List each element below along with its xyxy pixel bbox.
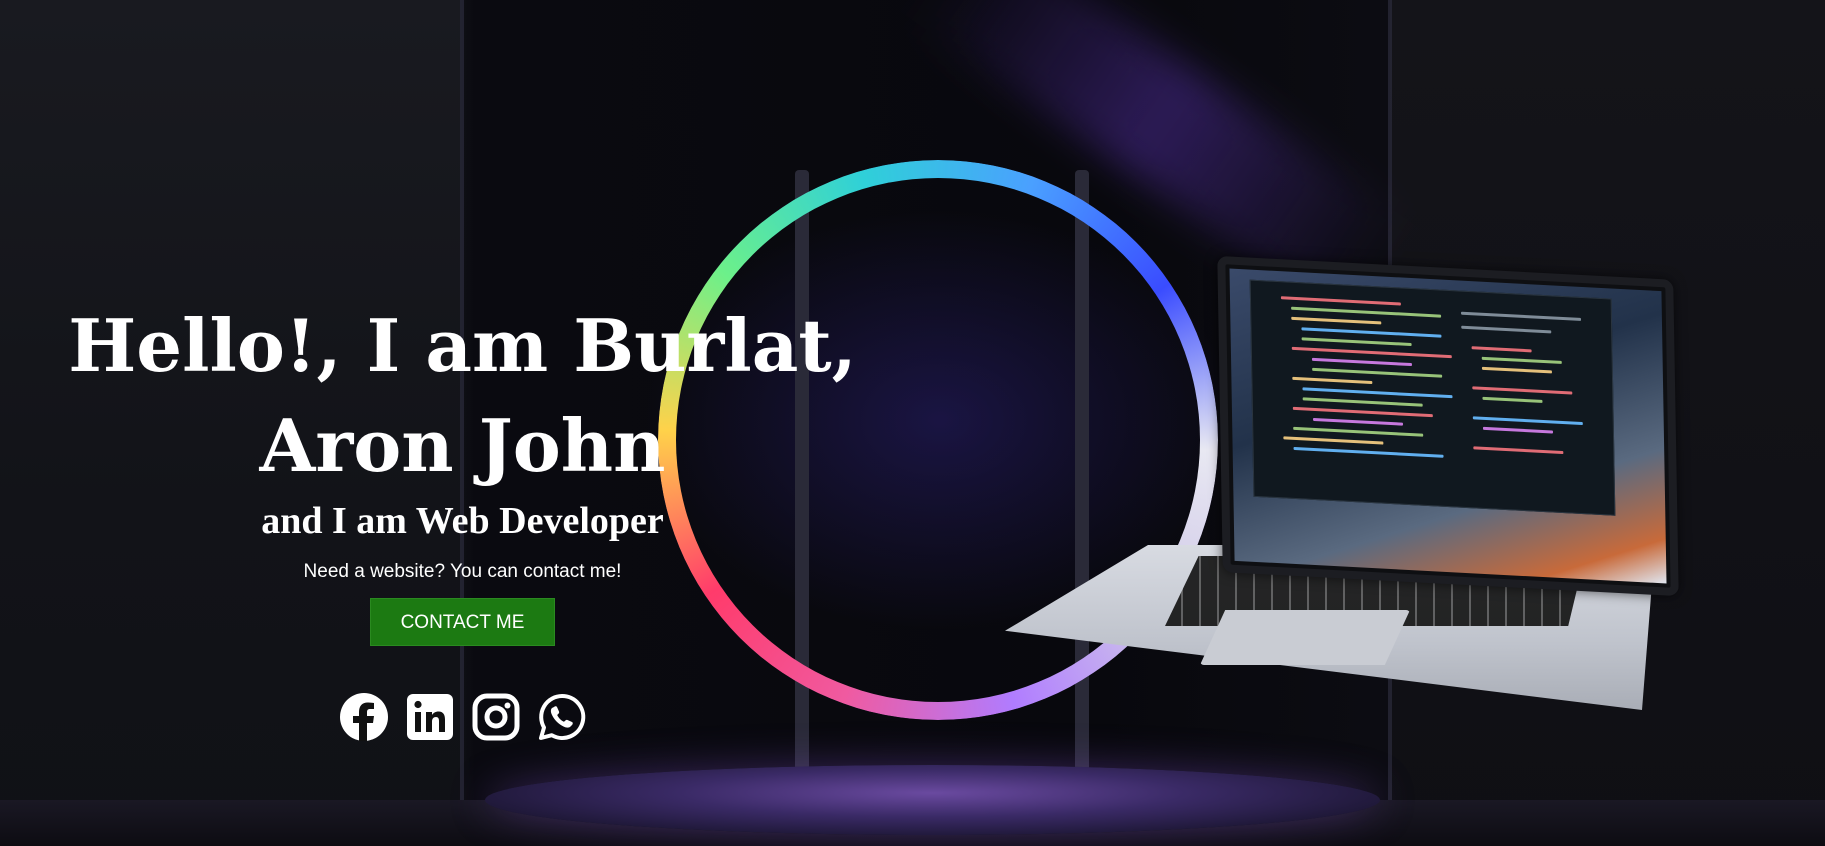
- hero-heading: Hello!, I am Burlat, Aron John: [68, 303, 857, 488]
- laptop-screen-image: [1217, 255, 1679, 597]
- contact-me-button[interactable]: CONTACT ME: [370, 598, 555, 646]
- hero-subheading: and I am Web Developer: [261, 500, 664, 542]
- hero-content: Hello!, I am Burlat, Aron John and I am …: [60, 296, 865, 742]
- code-editor-image: [1249, 279, 1616, 516]
- instagram-icon: [472, 693, 519, 741]
- social-links: [60, 692, 865, 742]
- facebook-icon: [339, 693, 388, 741]
- whatsapp-link[interactable]: [537, 692, 587, 742]
- linkedin-icon: [406, 694, 453, 740]
- instagram-link[interactable]: [471, 692, 521, 742]
- hero-section: Hello!, I am Burlat, Aron John and I am …: [0, 0, 1825, 846]
- facebook-link[interactable]: [339, 692, 389, 742]
- pedestal-image: [485, 765, 1380, 835]
- laptop-trackpad-image: [1200, 610, 1410, 665]
- linkedin-link[interactable]: [405, 692, 455, 742]
- hero-tagline: Need a website? You can contact me!: [303, 561, 622, 582]
- whatsapp-icon: [538, 693, 585, 740]
- laptop-display: [1229, 268, 1667, 584]
